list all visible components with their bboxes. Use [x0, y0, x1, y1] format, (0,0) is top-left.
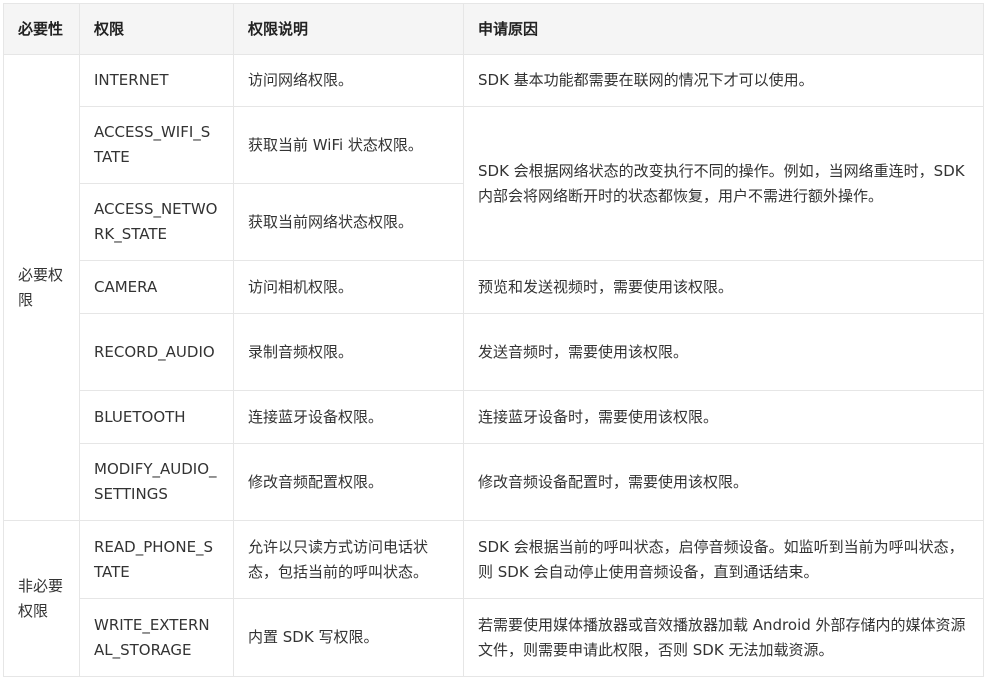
permission-name: BLUETOOTH — [79, 390, 234, 444]
permission-description: 修改音频配置权限。 — [233, 443, 464, 521]
permission-name: RECORD_AUDIO — [79, 313, 234, 391]
header-reason: 申请原因 — [463, 3, 984, 55]
permission-name: WRITE_EXTERNAL_STORAGE — [79, 598, 234, 677]
permissions-table: 必要性 权限 权限说明 申请原因 必要权限 INTERNET 访问网络权限。 S… — [3, 3, 984, 677]
table-header-row: 必要性 权限 权限说明 申请原因 — [3, 3, 984, 55]
permission-reason: 预览和发送视频时，需要使用该权限。 — [463, 260, 984, 314]
group-required: 必要权限 — [3, 54, 80, 521]
permission-name: ACCESS_NETWORK_STATE — [79, 183, 234, 261]
permission-description: 内置 SDK 写权限。 — [233, 598, 464, 677]
group-optional: 非必要权限 — [3, 520, 80, 677]
permission-reason: 若需要使用媒体播放器或音效播放器加载 Android 外部存储内的媒体资源文件，… — [463, 598, 984, 677]
permission-description: 获取当前网络状态权限。 — [233, 183, 464, 261]
table-row: ACCESS_WIFI_STATE 获取当前 WiFi 状态权限。 SDK 会根… — [4, 106, 984, 261]
table-row: BLUETOOTH 连接蓝牙设备权限。 连接蓝牙设备时，需要使用该权限。 — [4, 390, 984, 444]
permissions-table-container: 必要性 权限 权限说明 申请原因 必要权限 INTERNET 访问网络权限。 S… — [3, 3, 984, 677]
permission-reason: 连接蓝牙设备时，需要使用该权限。 — [463, 390, 984, 444]
header-permission: 权限 — [79, 3, 234, 55]
permission-name: INTERNET — [79, 54, 234, 107]
permission-reason: SDK 会根据当前的呼叫状态，启停音频设备。如监听到当前为呼叫状态，则 SDK … — [463, 520, 984, 599]
table-row: 必要权限 INTERNET 访问网络权限。 SDK 基本功能都需要在联网的情况下… — [3, 54, 984, 521]
permission-description: 录制音频权限。 — [233, 313, 464, 391]
header-description: 权限说明 — [233, 3, 464, 55]
permission-reason: 发送音频时，需要使用该权限。 — [463, 313, 984, 391]
table-row: CAMERA 访问相机权限。 预览和发送视频时，需要使用该权限。 — [4, 260, 984, 314]
table-row: MODIFY_AUDIO_SETTINGS 修改音频配置权限。 修改音频设备配置… — [4, 443, 984, 521]
permission-name: MODIFY_AUDIO_SETTINGS — [79, 443, 234, 521]
permission-description: 访问网络权限。 — [233, 54, 464, 107]
table-row: WRITE_EXTERNAL_STORAGE 内置 SDK 写权限。 若需要使用… — [4, 598, 984, 677]
table-row: RECORD_AUDIO 录制音频权限。 发送音频时，需要使用该权限。 — [4, 313, 984, 391]
permission-description: 连接蓝牙设备权限。 — [233, 390, 464, 444]
permission-description: 允许以只读方式访问电话状态，包括当前的呼叫状态。 — [233, 520, 464, 599]
permission-name: CAMERA — [79, 260, 234, 314]
table-row: 非必要权限 READ_PHONE_STATE 允许以只读方式访问电话状态，包括当… — [3, 520, 984, 677]
permission-name: READ_PHONE_STATE — [79, 520, 234, 599]
permission-description: 访问相机权限。 — [233, 260, 464, 314]
permission-name: ACCESS_WIFI_STATE — [79, 106, 234, 184]
permission-description: 获取当前 WiFi 状态权限。 — [233, 106, 464, 184]
permission-reason: 修改音频设备配置时，需要使用该权限。 — [463, 443, 984, 521]
header-necessity: 必要性 — [3, 3, 80, 55]
permission-reason: SDK 基本功能都需要在联网的情况下才可以使用。 — [463, 54, 984, 107]
permission-reason: SDK 会根据网络状态的改变执行不同的操作。例如，当网络重连时，SDK 内部会将… — [463, 106, 984, 261]
